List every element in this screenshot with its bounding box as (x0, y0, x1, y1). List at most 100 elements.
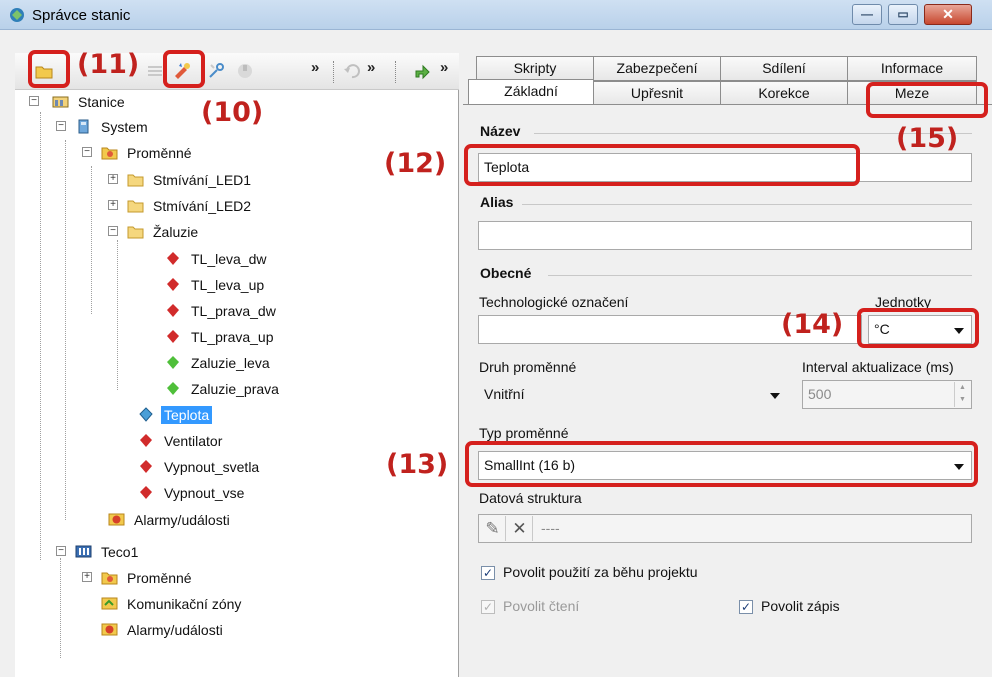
close-button[interactable]: ✕ (924, 4, 972, 25)
povolit-beh-label: Povolit použití za běhu projektu (503, 564, 698, 580)
collapse-stanice[interactable]: − (29, 96, 39, 106)
tree-node-ventilator[interactable]: Ventilator (138, 428, 225, 454)
tree-node-zaluzie-leva[interactable]: Zaluzie_leva (165, 350, 273, 376)
window-title: Správce stanic (32, 7, 131, 24)
tab-informace[interactable]: Informace (847, 56, 977, 81)
collapse-teco1[interactable]: − (56, 546, 66, 556)
toolbar-overflow-1[interactable]: » (311, 59, 319, 76)
red-variable-icon (167, 277, 179, 291)
communication-zone-icon (101, 597, 118, 610)
computer-icon (78, 119, 89, 134)
datova-struktura-field: ✎ ✕ ---- (478, 514, 972, 543)
tree-node-zaluzie-prava[interactable]: Zaluzie_prava (165, 376, 282, 402)
tree-node-system[interactable]: System (75, 114, 151, 140)
tab-korekce[interactable]: Korekce (720, 81, 848, 106)
annotation-box-11 (28, 50, 70, 88)
alias-label: Alias (480, 194, 514, 210)
tree-node-stanice[interactable]: Stanice (52, 89, 128, 115)
minimize-button[interactable]: — (852, 4, 882, 25)
chevron-down-icon (770, 393, 780, 399)
povolit-zapis-checkbox[interactable]: ✓ (739, 600, 753, 614)
folder-icon (127, 174, 144, 187)
variables-folder-icon (101, 572, 118, 585)
povolit-cteni-checkbox[interactable]: ✓ (481, 600, 495, 614)
variable-settings-icon[interactable] (207, 61, 227, 81)
annotation-10: (10) (201, 97, 264, 128)
druh-promenne-label: Druh proměnné (479, 359, 577, 375)
expand-led2[interactable]: + (108, 200, 118, 210)
collapse-zaluzie[interactable]: − (108, 226, 118, 236)
app-icon (10, 8, 24, 22)
tree-node-tl-prava-dw[interactable]: TL_prava_dw (165, 298, 279, 324)
technologicke-oznaceni-label: Technologické označení (479, 294, 629, 310)
tree-node-stmivani-led1[interactable]: Stmívání_LED1 (127, 167, 254, 193)
tree-node-komunikacni-zony[interactable]: Komunikační zóny (101, 591, 244, 617)
station-manager-window: Správce stanic — ▭ ✕ » » » (11) (10) − S… (0, 0, 992, 677)
collapse-promenne[interactable]: − (82, 147, 92, 157)
tree-node-stmivani-led2[interactable]: Stmívání_LED2 (127, 193, 254, 219)
title-bar: Správce stanic — ▭ ✕ (0, 0, 992, 30)
red-variable-icon (167, 303, 179, 317)
toolbar-separator (333, 61, 334, 83)
tree-node-vypnout-svetla[interactable]: Vypnout_svetla (138, 454, 262, 480)
povolit-beh-checkbox[interactable]: ✓ (481, 566, 495, 580)
alias-input[interactable] (478, 221, 972, 250)
alarm-icon (108, 513, 125, 526)
undo-icon[interactable] (342, 61, 362, 81)
tab-skripty[interactable]: Skripty (476, 56, 594, 81)
annotation-12: (12) (384, 148, 447, 179)
tree-node-alarmy-system[interactable]: Alarmy/události (108, 507, 233, 533)
annotation-box-14 (857, 308, 979, 348)
export-icon[interactable] (412, 61, 432, 81)
expand-teco-promenne[interactable]: + (82, 572, 92, 582)
annotation-box-10 (163, 50, 205, 88)
interval-value: 500 (808, 386, 832, 402)
close-icon: ✕ (942, 6, 954, 22)
toolbar-separator (395, 61, 396, 83)
edit-structure-icon[interactable]: ✎ (480, 516, 506, 541)
tree-node-zaluzie[interactable]: Žaluzie (127, 219, 201, 245)
druh-promenne-value: Vnitřní (484, 386, 525, 402)
typ-promenne-label: Typ proměnné (479, 425, 569, 441)
variables-folder-icon (101, 147, 118, 160)
red-variable-icon (140, 485, 152, 499)
tab-zabezpeceni[interactable]: Zabezpečení (593, 56, 721, 81)
interval-aktualizace-input[interactable]: 500 ▲ ▼ (802, 380, 972, 409)
annotation-13: (13) (386, 449, 449, 480)
tree-node-tl-prava-up[interactable]: TL_prava_up (165, 324, 277, 350)
povolit-cteni-label: Povolit čtení (503, 598, 580, 614)
toolbar-overflow-2[interactable]: » (367, 59, 375, 76)
tab-upresnit[interactable]: Upřesnit (593, 81, 721, 106)
disabled-action-icon[interactable] (235, 61, 255, 81)
red-variable-icon (167, 251, 179, 265)
spin-up-icon[interactable]: ▲ (955, 382, 970, 394)
tree-node-tl-leva-up[interactable]: TL_leva_up (165, 272, 267, 298)
tree-node-vypnout-vse[interactable]: Vypnout_vse (138, 480, 247, 506)
clear-structure-icon[interactable]: ✕ (507, 516, 533, 541)
maximize-button[interactable]: ▭ (888, 4, 918, 25)
tree-node-teplota[interactable]: Teplota (138, 402, 213, 428)
spin-down-icon[interactable]: ▼ (955, 394, 970, 406)
tab-zakladni[interactable]: Základní (468, 79, 594, 106)
tree-node-tl-leva-dw[interactable]: TL_leva_dw (165, 246, 270, 272)
tab-sdileni[interactable]: Sdílení (720, 56, 848, 81)
datova-struktura-value: ---- (541, 520, 560, 536)
list-icon[interactable] (145, 61, 165, 81)
collapse-system[interactable]: − (56, 121, 66, 131)
toolbar-overflow-3[interactable]: » (440, 59, 448, 76)
tree-node-teco1[interactable]: Teco1 (75, 539, 141, 565)
tree-node-alarmy-teco[interactable]: Alarmy/události (101, 617, 226, 643)
plc-icon (75, 545, 92, 558)
annotation-11: (11) (77, 49, 140, 80)
station-icon (52, 96, 69, 108)
annotation-15: (15) (896, 123, 959, 154)
blue-variable-icon (139, 407, 153, 422)
tree-node-promenne[interactable]: Proměnné (101, 140, 195, 166)
green-variable-icon (167, 381, 179, 395)
tree-node-teco-promenne[interactable]: Proměnné (101, 565, 195, 591)
red-variable-icon (140, 433, 152, 447)
druh-promenne-select[interactable]: Vnitřní (478, 380, 788, 409)
expand-led1[interactable]: + (108, 174, 118, 184)
interval-spinner[interactable]: ▲ ▼ (954, 382, 970, 407)
interval-aktualizace-label: Interval aktualizace (ms) (802, 359, 954, 375)
